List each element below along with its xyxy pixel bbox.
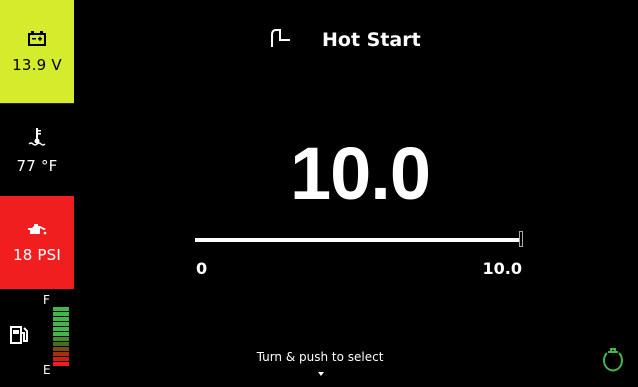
coolant-temperature-icon — [28, 127, 46, 151]
fuel-full-label: F — [43, 293, 50, 307]
fuel-tile: F E — [0, 289, 74, 387]
engine-status-icon — [599, 346, 627, 380]
voltage-tile: 13.9 V — [0, 0, 74, 103]
fuel-pump-icon — [10, 325, 30, 349]
coolant-temp-value: 77 °F — [16, 156, 58, 175]
oil-pressure-value: 18 PSI — [12, 246, 62, 264]
fuel-gauge-segment — [53, 327, 69, 331]
oil-pressure-tile: 18 PSI — [0, 196, 74, 289]
coolant-temp-tile: 77 °F — [0, 103, 74, 197]
oil-pressure-icon — [26, 221, 48, 240]
caret-down-icon — [318, 372, 324, 376]
fuel-gauge-segment — [53, 307, 69, 311]
voltage-value: 13.9 V — [12, 55, 62, 74]
fuel-gauge-segment — [53, 362, 69, 366]
slider-min-label: 0 — [196, 259, 208, 278]
setting-slider-track[interactable] — [195, 238, 521, 242]
fuel-gauge-segment — [53, 337, 69, 341]
fuel-gauge-segment — [53, 317, 69, 321]
fuel-gauge-segment — [53, 342, 69, 346]
fuel-gauge-segment — [53, 312, 69, 316]
control-hint: Turn & push to select — [256, 350, 384, 364]
fuel-level-gauge — [53, 307, 69, 367]
battery-icon — [28, 30, 46, 50]
hot-start-icon — [270, 28, 292, 52]
fuel-gauge-segment — [53, 347, 69, 351]
setting-value: 10.0 — [289, 132, 431, 215]
setting-slider-handle[interactable] — [519, 231, 523, 247]
fuel-gauge-segment — [53, 352, 69, 356]
header: Hot Start — [270, 28, 421, 52]
fuel-gauge-segment — [53, 332, 69, 336]
page-title: Hot Start — [322, 29, 421, 51]
sidebar: 13.9 V 77 °F 18 PSI F E — [0, 0, 74, 387]
slider-max-label: 10.0 — [482, 259, 522, 278]
fuel-gauge-segment — [53, 322, 69, 326]
fuel-gauge-segment — [53, 357, 69, 361]
fuel-empty-label: E — [43, 363, 51, 377]
